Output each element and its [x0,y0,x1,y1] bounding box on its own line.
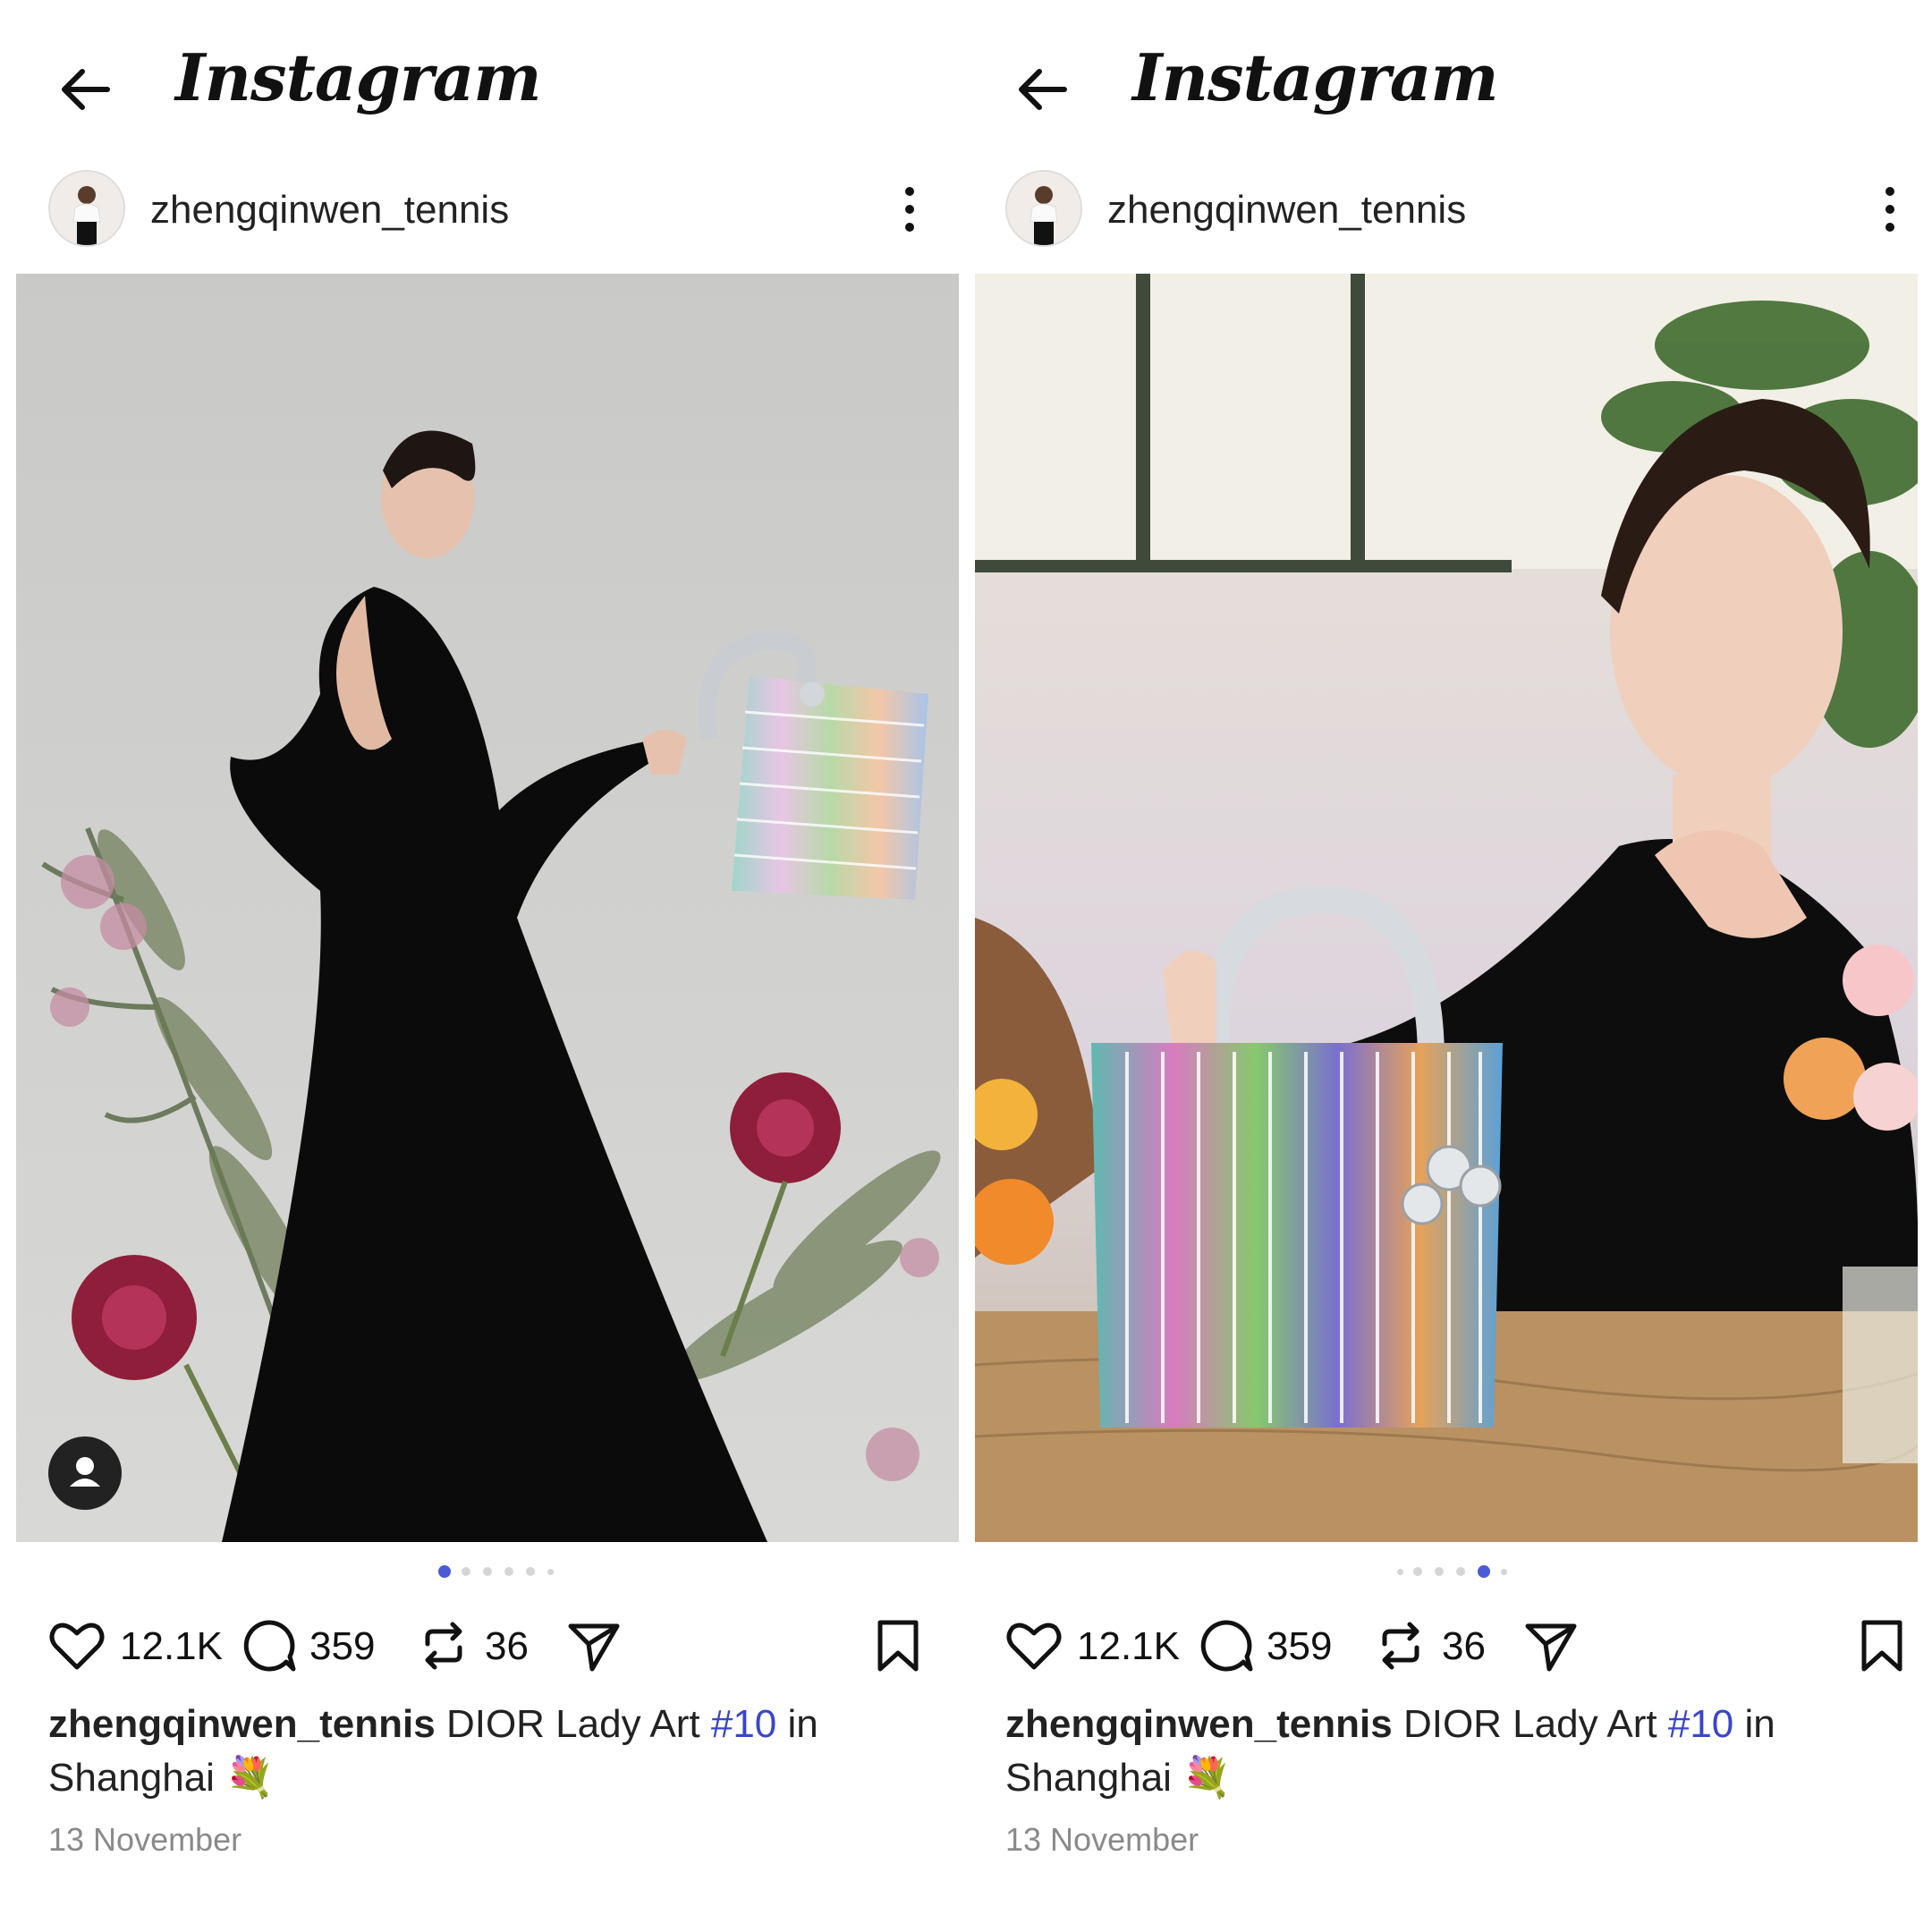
post-panel-right: Instagram zhengqinwen_tennis 12.1K 359 3… [966,0,1932,1932]
post-actions: 12.1K 359 36 [1005,1610,1932,1682]
bouquet-emoji: 💐 [225,1756,275,1800]
carousel-dot [1501,1569,1507,1575]
likes-count[interactable]: 12.1K [1077,1624,1180,1669]
instagram-logo: Instagram [175,39,542,115]
send-icon[interactable] [1522,1617,1580,1674]
post-username[interactable]: zhengqinwen_tennis [1107,188,1466,233]
repost-icon[interactable] [1372,1617,1429,1674]
caption-username[interactable]: zhengqinwen_tennis [48,1702,436,1746]
post-header: zhengqinwen_tennis [1005,170,1932,250]
avatar[interactable] [48,170,125,247]
carousel-dots [438,1565,564,1585]
comment-icon[interactable] [1199,1617,1256,1674]
arrow-left-icon[interactable] [1007,54,1079,125]
post-header: zhengqinwen_tennis [48,170,966,250]
caption-text: DIOR Lady Art [445,1702,700,1746]
comment-icon[interactable] [242,1617,299,1674]
carousel-dot [1397,1569,1403,1575]
carousel-dot [547,1569,554,1575]
post-caption: zhengqinwen_tennis DIOR Lady Art #10 in … [48,1698,907,1805]
carousel-dot [504,1567,513,1576]
more-vertical-icon[interactable] [896,182,923,236]
send-icon[interactable] [565,1617,623,1674]
repost-icon[interactable] [415,1617,472,1674]
tagged-users-button[interactable] [48,1436,122,1510]
post-date: 13 November [48,1821,242,1858]
arrow-left-icon[interactable] [50,54,122,125]
heart-icon[interactable] [1005,1617,1063,1674]
caption-hashtag[interactable]: #10 [1668,1702,1733,1746]
comments-count[interactable]: 359 [309,1624,375,1669]
heart-icon[interactable] [48,1617,106,1674]
carousel-dot-active [1478,1565,1490,1578]
caption-location: Shanghai [1005,1756,1172,1800]
reposts-count[interactable]: 36 [1442,1624,1486,1669]
caption-text-in: in [787,1702,818,1746]
bookmark-icon[interactable] [869,1617,927,1674]
carousel-dot [1413,1567,1422,1576]
avatar[interactable] [1005,170,1082,247]
carousel-dots [1397,1565,1522,1585]
carousel-dot [462,1567,470,1576]
top-bar: Instagram [966,27,1932,143]
post-actions: 12.1K 359 36 [48,1610,966,1682]
post-username[interactable]: zhengqinwen_tennis [150,188,509,233]
carousel-dot-active [438,1565,451,1578]
caption-text-in: in [1744,1702,1775,1746]
post-photo[interactable] [16,274,959,1542]
post-caption: zhengqinwen_tennis DIOR Lady Art #10 in … [1005,1698,1864,1805]
caption-hashtag[interactable]: #10 [711,1702,776,1746]
caption-location: Shanghai [48,1756,215,1800]
user-icon [70,1457,100,1487]
instagram-logo: Instagram [1132,39,1499,115]
post-date: 13 November [1005,1821,1199,1858]
caption-text: DIOR Lady Art [1402,1702,1657,1746]
bookmark-icon[interactable] [1853,1617,1911,1674]
comments-count[interactable]: 359 [1267,1624,1332,1669]
reposts-count[interactable]: 36 [485,1624,529,1669]
bouquet-emoji: 💐 [1182,1756,1232,1800]
post-panel-left: Instagram zhengqinwen_tennis 12.1K 359 3… [0,0,966,1932]
caption-username[interactable]: zhengqinwen_tennis [1005,1702,1393,1746]
more-vertical-icon[interactable] [1877,182,1903,236]
carousel-dot [483,1567,492,1576]
carousel-dot [526,1567,535,1576]
likes-count[interactable]: 12.1K [120,1624,223,1669]
top-bar: Instagram [0,27,966,143]
carousel-dot [1456,1567,1465,1576]
post-photo[interactable] [975,274,1918,1542]
carousel-dot [1435,1567,1444,1576]
